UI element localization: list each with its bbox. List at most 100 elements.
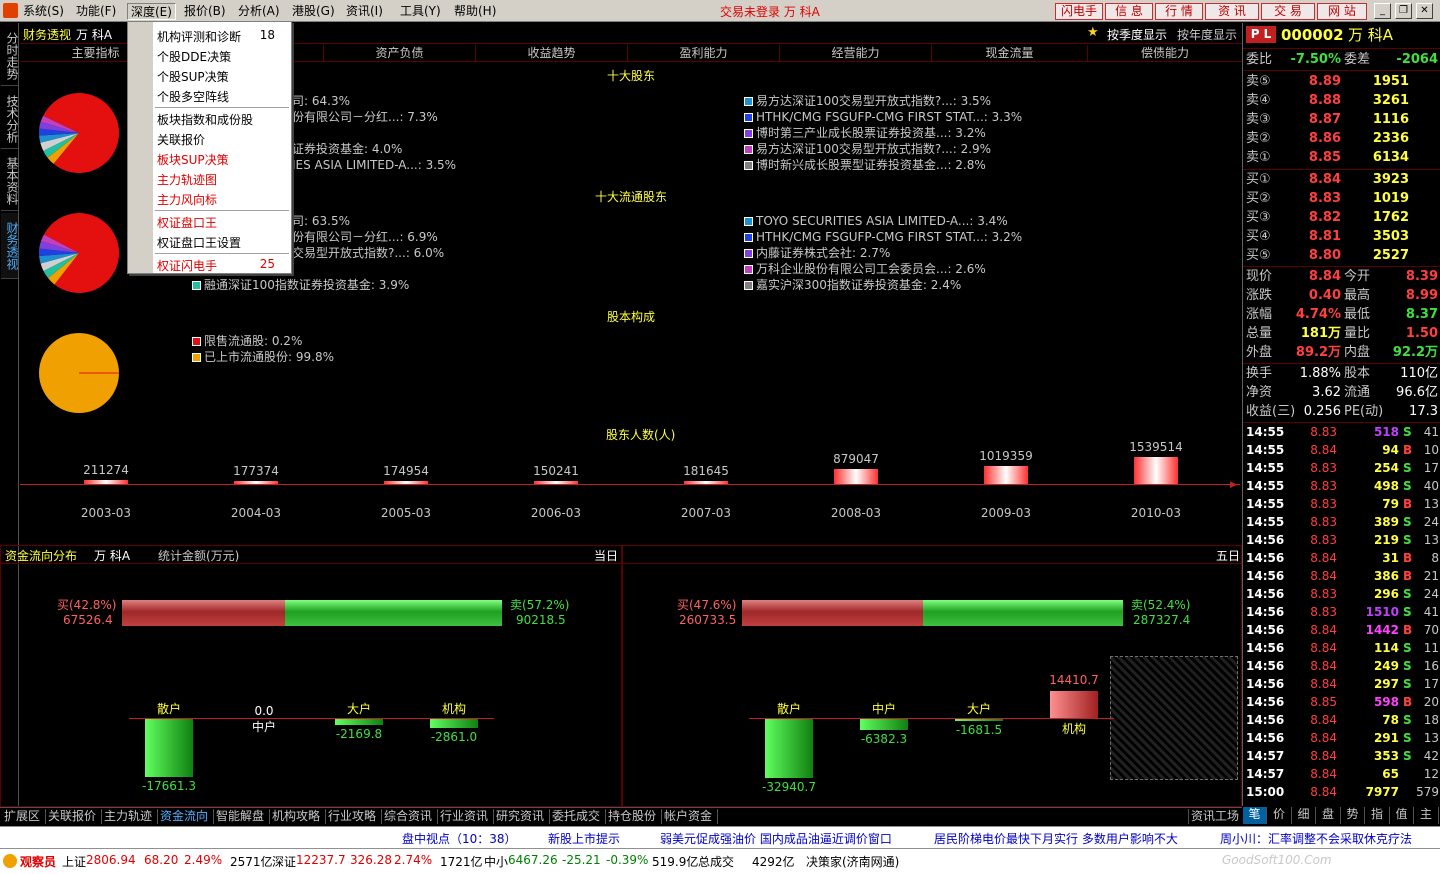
top10-left-4: IES ASIA LIMITED-A...: 3.5% (292, 158, 457, 172)
quote-tab-5[interactable]: 指 (1366, 807, 1390, 824)
tick-time: 14:55 (1246, 479, 1285, 493)
news-item-1[interactable]: 盘中视点（10：38） (402, 830, 517, 847)
dd-sector-sup[interactable]: 板块SUP决策 (157, 151, 229, 168)
dd-institution-rating[interactable]: 机构评测和诊断 (157, 28, 241, 45)
bottom-tab-2[interactable]: 主力轨迹 (102, 809, 158, 824)
axis-arrow-icon: ▶ (1230, 480, 1237, 490)
tick-volume: 78 (1382, 713, 1399, 727)
buy-level-price: 8.82 (1308, 210, 1341, 225)
sell-level-label: 卖① (1246, 150, 1271, 165)
flow_left-buy-fill (122, 600, 285, 626)
news-item-5[interactable]: 周小川：汇率调整不会采取休克疗法 (1220, 830, 1412, 847)
tab-financial[interactable]: 财务透视 (1, 213, 19, 279)
quote-tab-7[interactable]: 主 (1415, 807, 1439, 824)
tab-income[interactable]: 收益趋势 (476, 45, 628, 62)
bottom-tab-6[interactable]: 行业攻略 (326, 809, 382, 824)
market-button[interactable]: 行 情 (1155, 3, 1203, 20)
tab-cashflow[interactable]: 现金流量 (932, 45, 1088, 62)
website-button[interactable]: 网 站 (1317, 3, 1367, 20)
news-item-4[interactable]: 居民阶梯电价最快下月实行 多数用户影响不大 (934, 830, 1178, 847)
tick-volume: 1442 (1365, 623, 1399, 637)
flow_right-group-bar (765, 718, 813, 778)
menu-info[interactable]: 资讯(I) (343, 3, 386, 20)
tick-count: 8 (1431, 551, 1439, 565)
yearly-toggle[interactable]: 按年度显示 (1177, 26, 1237, 43)
tab-profit[interactable]: 盈利能力 (628, 45, 780, 62)
tick-price: 8.84 (1310, 443, 1337, 457)
menu-depth[interactable]: 深度(E) (127, 3, 176, 20)
sh-label: 上证 (62, 855, 87, 869)
flash-trade-button[interactable]: 闪电手 (1055, 3, 1103, 20)
tick-volume: 297 (1373, 677, 1399, 691)
dd-sector-index[interactable]: 板块指数和成份股 (157, 111, 253, 128)
bottom-tab-10[interactable]: 委托成交 (550, 809, 606, 824)
tab-technical[interactable]: 技术分析 (1, 89, 19, 149)
menu-tools[interactable]: 工具(Y) (397, 3, 444, 20)
menu-hk[interactable]: 港股(G) (289, 3, 338, 20)
float10-right-4: 万科企业股份有限公司工会委员会...: 2.6% (744, 262, 986, 276)
news-item-2[interactable]: 新股上市提示 (548, 830, 620, 847)
quote-tab-1[interactable]: 价 (1268, 807, 1292, 824)
menu-analysis[interactable]: 分析(A) (235, 3, 283, 20)
bottom-tab-1[interactable]: 关联报价 (46, 809, 102, 824)
bottom-tab-9[interactable]: 研究资讯 (494, 809, 550, 824)
news-button[interactable]: 资 讯 (1205, 3, 1259, 20)
bottom-tab-12[interactable]: 帐户资金 (662, 809, 718, 824)
quote-tab-6[interactable]: 值 (1390, 807, 1414, 824)
bottom-tab-info-factory[interactable]: 资讯工场 (1188, 809, 1240, 824)
dd-main-wind[interactable]: 主力风向标 (157, 191, 217, 208)
flow-unit: 统计金额(万元) (158, 549, 240, 563)
dd-warrant-flash[interactable]: 权证闪电手 (157, 257, 217, 274)
quote-tab-3[interactable]: 盘 (1317, 807, 1341, 824)
bottom-tab-3[interactable]: 资金流向 (158, 809, 214, 824)
bottom-tab-0[interactable]: 扩展区 (2, 809, 46, 824)
sell-level-volume: 6134 (1372, 150, 1409, 165)
bottom-tab-11[interactable]: 持仓股份 (606, 809, 662, 824)
dd-sup[interactable]: 个股SUP决策 (157, 68, 229, 85)
restore-icon[interactable]: ❐ (1395, 3, 1412, 19)
tab-solvency[interactable]: 偿债能力 (1088, 45, 1242, 62)
bottom-tab-5[interactable]: 机构攻略 (270, 809, 326, 824)
tick-time: 14:55 (1246, 425, 1285, 439)
dd-dde[interactable]: 个股DDE决策 (157, 48, 231, 65)
bottom-tab-7[interactable]: 综合资讯 (382, 809, 438, 824)
zx-value: 6467.26 (508, 853, 558, 867)
tab-balance[interactable]: 资产负债 (324, 45, 476, 62)
quote-tab-0[interactable]: 笔 (1243, 807, 1267, 824)
tab-intraday[interactable]: 分时走势 (1, 26, 19, 86)
tab-fundamentals[interactable]: 基本资料 (1, 151, 19, 211)
quote-tab-2[interactable]: 细 (1292, 807, 1316, 824)
float10-left-2: 份有限公司－分红...: 6.9% (292, 230, 438, 244)
tick-price: 8.83 (1310, 605, 1337, 619)
stat-label: 最低 (1344, 307, 1371, 322)
holders-year-label: 2004-03 (230, 506, 282, 520)
trade-button[interactable]: 交 易 (1261, 3, 1315, 20)
quarterly-toggle[interactable]: 按季度显示 (1107, 26, 1167, 43)
flow_right-group-name: 中户 (871, 702, 896, 716)
news-item-3[interactable]: 弱美元促成强油价 国内成品油逼近调价窗口 (660, 830, 892, 847)
bottom-tab-4[interactable]: 智能解盘 (214, 809, 270, 824)
dd-main-track[interactable]: 主力轨迹图 (157, 171, 217, 188)
quote-tab-4[interactable]: 势 (1341, 807, 1365, 824)
tick-count: 10 (1423, 443, 1439, 457)
dd-warrant-king[interactable]: 权证盘口王 (157, 214, 217, 231)
tab-operation[interactable]: 经营能力 (780, 45, 932, 62)
dd-warrant-settings[interactable]: 权证盘口王设置 (157, 234, 241, 251)
total-value: 4292亿 (752, 855, 795, 869)
menu-system[interactable]: 系统(S) (20, 3, 67, 20)
info-button[interactable]: 信 息 (1105, 3, 1153, 20)
flow_left-baseline (129, 718, 494, 719)
tick-count: 20 (1423, 695, 1439, 709)
tick-time: 14:56 (1246, 533, 1285, 547)
flow-title: 资金流向分布 (5, 549, 78, 563)
flow-panel-day (0, 545, 622, 807)
menu-quote[interactable]: 报价(B) (181, 3, 229, 20)
depth-dropdown: 机构评测和诊断 18 个股DDE决策 个股SUP决策 个股多空阵线 板块指数和成… (127, 21, 292, 274)
menu-help[interactable]: 帮助(H) (451, 3, 499, 20)
dd-longshort[interactable]: 个股多空阵线 (157, 88, 229, 105)
close-icon[interactable]: ✕ (1416, 3, 1433, 19)
menu-function[interactable]: 功能(F) (73, 3, 119, 20)
dd-related-quote[interactable]: 关联报价 (157, 131, 205, 148)
bottom-tab-8[interactable]: 行业资讯 (438, 809, 494, 824)
minimize-icon[interactable]: _ (1374, 3, 1391, 19)
